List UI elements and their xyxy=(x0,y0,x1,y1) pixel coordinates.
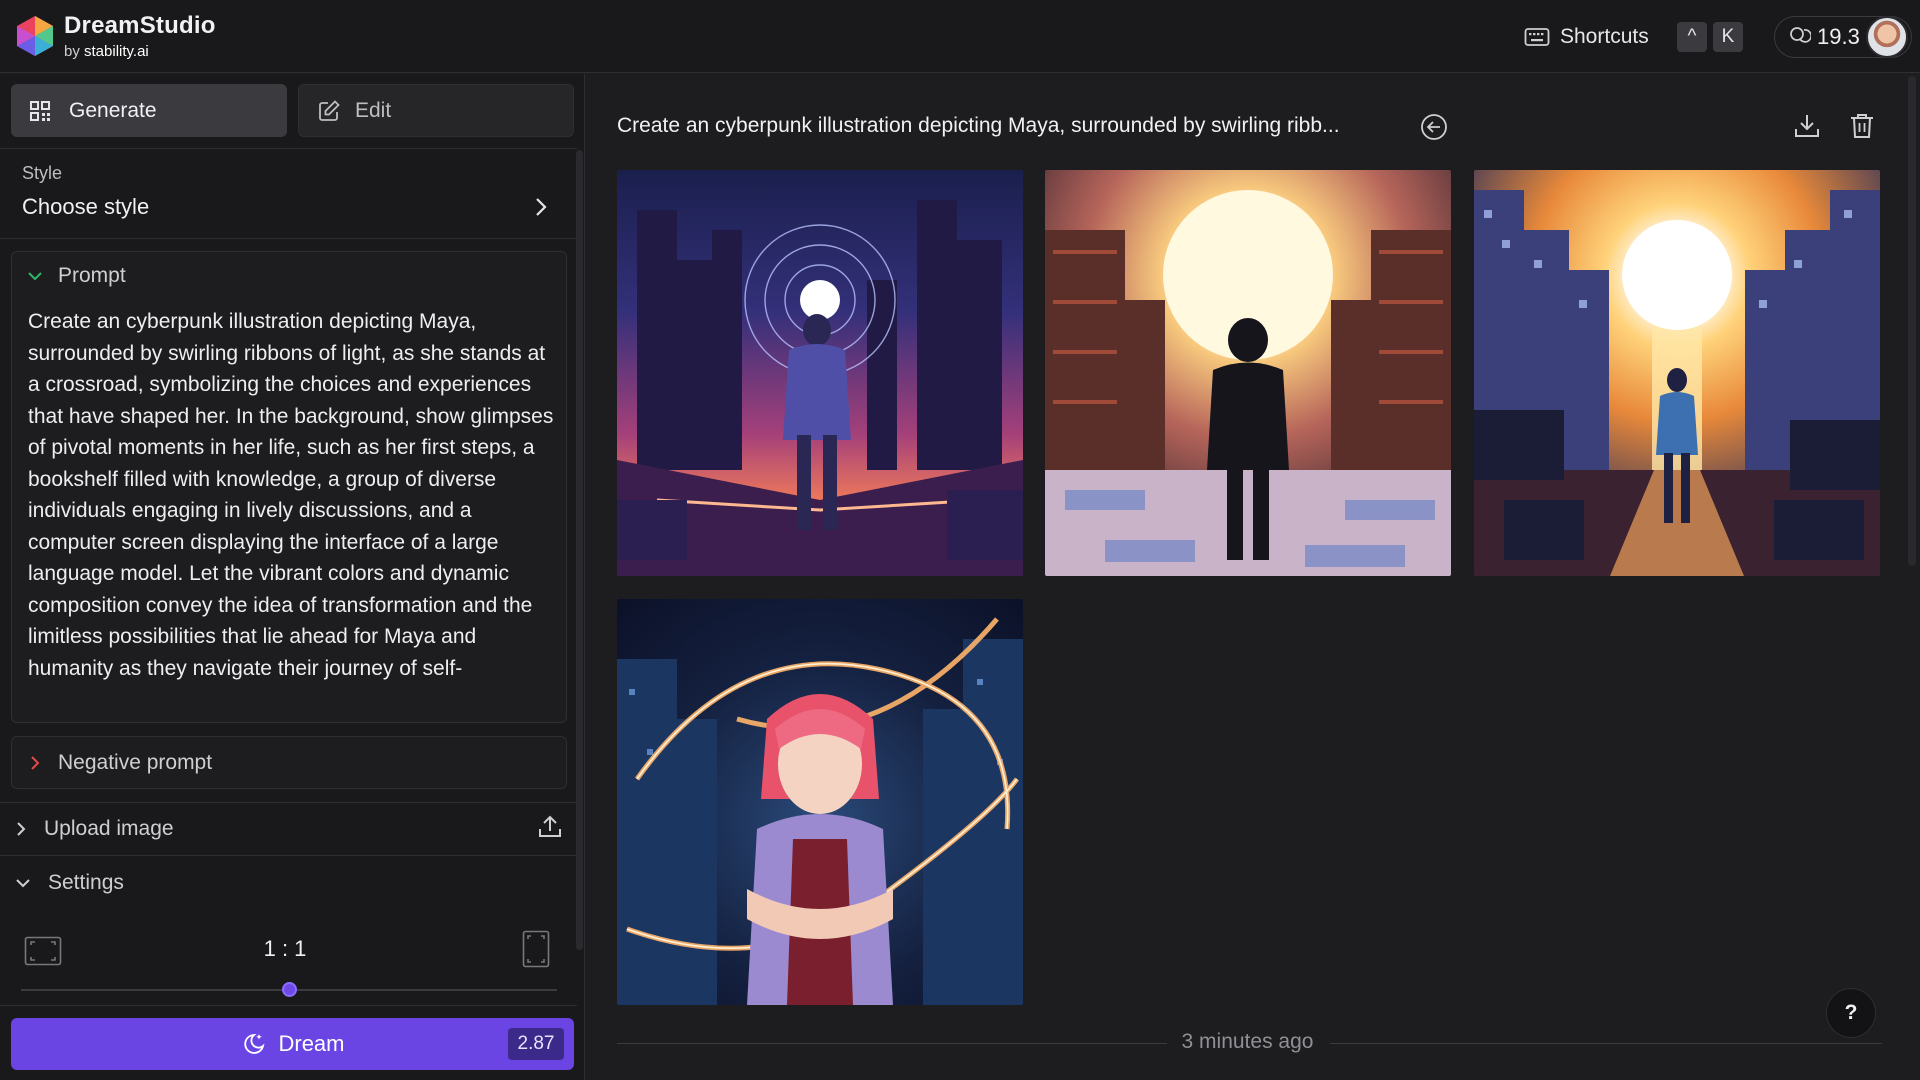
sidebar-scrollbar[interactable] xyxy=(576,150,583,950)
landscape-ratio-icon[interactable] xyxy=(24,936,62,966)
divider xyxy=(0,855,577,856)
avatar[interactable] xyxy=(1866,16,1908,58)
chevron-right-icon xyxy=(31,755,40,770)
chevron-down-icon xyxy=(16,879,30,888)
chevron-right-icon xyxy=(17,822,26,836)
prompt-header[interactable]: Prompt xyxy=(26,264,126,288)
shortcut-key-k: K xyxy=(1713,22,1743,52)
style-value: Choose style xyxy=(22,194,150,219)
divider xyxy=(617,1043,1167,1044)
shortcuts-label: Shortcuts xyxy=(1560,25,1649,48)
dream-button[interactable]: Dream 2.87 xyxy=(11,1018,574,1070)
dream-button-label: Dream xyxy=(278,1031,345,1056)
sidebar: Generate Edit Style Choose style Prompt … xyxy=(0,74,585,1080)
prompt-label: Prompt xyxy=(58,264,126,287)
tab-generate[interactable]: Generate xyxy=(11,84,287,137)
generated-image-4[interactable] xyxy=(617,599,1023,1005)
divider xyxy=(1330,1043,1882,1044)
app-name: DreamStudio xyxy=(64,12,216,39)
aspect-ratio-slider-thumb[interactable] xyxy=(282,982,297,997)
main-scrollbar[interactable] xyxy=(1908,76,1916,566)
coins-icon xyxy=(1790,27,1811,43)
settings-label: Settings xyxy=(48,871,124,894)
divider xyxy=(0,148,577,149)
tab-edit[interactable]: Edit xyxy=(298,84,574,137)
brand: DreamStudio by stability.ai xyxy=(64,12,216,60)
trash-icon[interactable] xyxy=(1849,112,1875,140)
download-icon[interactable] xyxy=(1793,112,1821,140)
chevron-down-icon xyxy=(28,272,42,281)
negative-prompt-label: Negative prompt xyxy=(58,750,213,774)
moon-sparkle-icon xyxy=(244,1034,265,1054)
divider xyxy=(0,1005,577,1006)
generated-image-2[interactable] xyxy=(1045,170,1451,576)
generation-title: Create an cyberpunk illustration depicti… xyxy=(617,114,1340,137)
byline-prefix: by xyxy=(64,43,80,60)
grid-icon xyxy=(30,100,50,121)
generation-timestamp: 3 minutes ago xyxy=(1181,1030,1314,1053)
upload-image-toggle[interactable]: Upload image xyxy=(0,803,577,855)
style-label: Style xyxy=(22,163,63,183)
credits-value: 19.3 xyxy=(1817,24,1860,49)
generated-image-1[interactable] xyxy=(617,170,1023,576)
image-thumbnail xyxy=(617,617,1023,1005)
image-thumbnail xyxy=(1474,190,1880,576)
reuse-prompt-icon[interactable] xyxy=(1420,113,1448,141)
top-bar: DreamStudio by stability.ai Shortcuts ^ … xyxy=(0,0,1920,73)
portrait-ratio-icon[interactable] xyxy=(522,930,550,968)
shortcuts-button[interactable]: Shortcuts xyxy=(1524,22,1649,52)
app-byline: by stability.ai xyxy=(64,43,216,60)
chevron-right-icon xyxy=(536,198,547,216)
image-thumbnail xyxy=(617,200,1023,576)
edit-icon xyxy=(319,99,340,121)
prompt-panel: Prompt Create an cyberpunk illustration … xyxy=(11,251,567,723)
settings-toggle[interactable]: Settings xyxy=(0,857,577,909)
image-thumbnail xyxy=(1045,190,1451,576)
divider xyxy=(0,238,577,239)
dream-cost-badge: 2.87 xyxy=(508,1028,564,1060)
keyboard-icon xyxy=(1524,28,1550,46)
tab-edit-label: Edit xyxy=(355,98,392,122)
aspect-ratio-value: 1 : 1 xyxy=(263,936,307,961)
dreamstudio-logo-icon[interactable] xyxy=(13,14,57,58)
upload-image-label: Upload image xyxy=(44,817,174,840)
help-button[interactable]: ? xyxy=(1826,988,1876,1038)
byline-brand: stability.ai xyxy=(84,43,149,60)
generated-image-3[interactable] xyxy=(1474,170,1880,576)
negative-prompt-toggle[interactable]: Negative prompt xyxy=(11,736,567,789)
prompt-textarea[interactable]: Create an cyberpunk illustration depicti… xyxy=(28,306,560,710)
upload-icon[interactable] xyxy=(537,814,563,840)
shortcut-key-ctrl: ^ xyxy=(1677,22,1707,52)
tab-generate-label: Generate xyxy=(69,98,157,122)
